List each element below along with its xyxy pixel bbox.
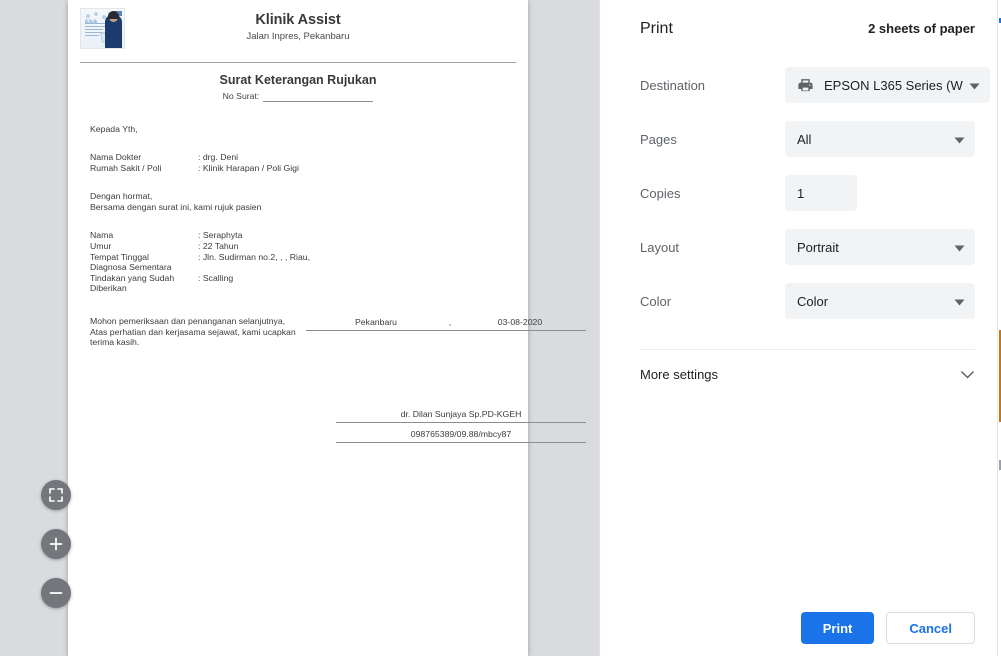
doctor-row-value: : drg. Deni [198, 152, 239, 162]
pages-label: Pages [640, 131, 677, 147]
pages-value: All [797, 131, 812, 147]
document-preview-area[interactable]: Klinik Klinik Assist Jalan Inpres, Pekan… [0, 0, 600, 656]
table-row: Nama : Seraphyta [90, 230, 310, 241]
print-preview-screen: Klinik Klinik Assist Jalan Inpres, Pekan… [0, 0, 1001, 656]
table-row: Rumah Sakit / Poli : Klinik Harapan / Po… [90, 163, 299, 174]
fit-to-page-button[interactable] [41, 480, 71, 510]
patient-row-key: Umur [90, 240, 112, 251]
salutation-block: Dengan hormat, Bersama dengan surat ini,… [90, 191, 516, 212]
chevron-down-icon [960, 367, 975, 382]
patient-row-value [198, 262, 310, 273]
color-label: Color [640, 293, 672, 309]
preview-zoom-controls [41, 480, 71, 627]
patient-row-value [198, 283, 310, 294]
no-surat-row: No Surat: [68, 91, 528, 102]
dialog-actions: Print Cancel [800, 612, 975, 644]
pages-select[interactable]: All [785, 121, 975, 157]
layout-select[interactable]: Portrait [785, 229, 975, 265]
destination-row: Destination EPSON L365 Series (W [640, 67, 990, 103]
destination-select[interactable]: EPSON L365 Series (W [785, 67, 990, 103]
salutation-line-1: Dengan hormat, [90, 191, 153, 202]
printer-icon [797, 77, 814, 94]
destination-value: EPSON L365 Series (W [824, 77, 963, 93]
color-row: Color Color [640, 283, 975, 319]
print-button[interactable]: Print [800, 612, 875, 644]
doctor-row-value: : Klinik Harapan / Poli Gigi [198, 162, 299, 173]
letterhead-divider [80, 62, 516, 63]
chevron-down-icon [954, 240, 965, 255]
clinic-name: Klinik Assist [255, 12, 341, 28]
date-value: 03-08-2020 [454, 317, 586, 331]
signer-name: dr. Dilan Sunjaya Sp.PD-KGEH [336, 409, 586, 423]
place-date-row: Pekanbaru , 03-08-2020 [306, 317, 586, 331]
table-row: Tempat Tinggal : Jln. Sudirman no.2, , ,… [90, 252, 310, 263]
patient-row-value: : Jln. Sudirman no.2, , , Riau, [198, 251, 311, 262]
patient-row-value: : Seraphyta [198, 230, 243, 241]
chevron-down-icon [954, 132, 965, 147]
background-page-sliver [997, 0, 1001, 656]
no-surat-label: No Surat: [222, 91, 260, 101]
fullscreen-icon [49, 488, 63, 502]
layout-label: Layout [640, 239, 680, 255]
chevron-down-icon [954, 294, 965, 309]
table-row: Diagnosa Sementara [90, 262, 310, 273]
patient-row-value: : 22 Tahun [198, 240, 239, 251]
more-settings-label: More settings [640, 366, 719, 382]
patient-row-key: Tindakan yang Sudah [90, 272, 175, 283]
no-surat-value [263, 92, 374, 102]
place-value: Pekanbaru [306, 317, 446, 331]
place-date-separator: , [446, 317, 454, 331]
kepada-line: Kepada Yth, [90, 124, 138, 134]
table-row: Tindakan yang Sudah : Scalling [90, 273, 310, 284]
plus-icon [49, 537, 63, 551]
clinic-logo-image: Klinik [80, 8, 125, 49]
patient-info-table: Nama : Seraphyta Umur : 22 Tahun Tempat … [90, 230, 310, 294]
signer-id: 098765389/09.88/mbcy87 [336, 429, 586, 443]
copies-value: 1 [797, 185, 805, 201]
zoom-in-button[interactable] [41, 529, 71, 559]
doctor-row-key: Rumah Sakit / Poli [90, 162, 162, 173]
patient-row-key: Nama [90, 230, 114, 241]
copies-row: Copies 1 [640, 175, 975, 211]
patient-row-value: : Scalling [198, 272, 234, 283]
copies-input[interactable]: 1 [785, 175, 857, 211]
signature-block: dr. Dilan Sunjaya Sp.PD-KGEH 098765389/0… [336, 409, 586, 443]
closing-line-3: terima kasih. [90, 337, 140, 348]
table-row: Diberikan [90, 283, 310, 294]
letterhead: Klinik Klinik Assist Jalan Inpres, Pekan… [80, 7, 516, 55]
table-row: Nama Dokter : drg. Deni [90, 152, 299, 163]
print-dialog: Print 2 sheets of paper Destination EPSO… [614, 0, 1001, 656]
copies-label: Copies [640, 185, 681, 201]
page-title: Print [640, 20, 673, 37]
print-dialog-header: Print 2 sheets of paper [640, 0, 975, 38]
preview-scrollbar[interactable] [599, 0, 600, 656]
salutation-line-2: Bersama dengan surat ini, kami rujuk pas… [90, 201, 262, 212]
sheets-summary: 2 sheets of paper [868, 21, 975, 36]
table-row: Umur : 22 Tahun [90, 241, 310, 252]
zoom-out-button[interactable] [41, 578, 71, 608]
document-page: Klinik Klinik Assist Jalan Inpres, Pekan… [68, 0, 586, 656]
patient-row-key: Tempat Tinggal [90, 251, 149, 262]
patient-row-key: Diberikan [90, 283, 127, 294]
doctor-row-key: Nama Dokter [90, 152, 142, 162]
cancel-button[interactable]: Cancel [886, 612, 975, 644]
pages-row: Pages All [640, 121, 975, 157]
more-settings-toggle[interactable]: More settings [640, 350, 975, 398]
clinic-address: Jalan Inpres, Pekanbaru [246, 31, 350, 42]
color-select[interactable]: Color [785, 283, 975, 319]
layout-value: Portrait [797, 239, 839, 255]
layout-row: Layout Portrait [640, 229, 975, 265]
minus-icon [49, 592, 63, 594]
color-value: Color [797, 293, 829, 309]
destination-label: Destination [640, 77, 706, 93]
document-body: Kepada Yth, Nama Dokter : drg. Deni Ruma… [90, 124, 516, 348]
doctor-info-table: Nama Dokter : drg. Deni Rumah Sakit / Po… [90, 152, 299, 173]
chevron-down-icon [969, 78, 980, 93]
patient-row-key: Diagnosa Sementara [90, 262, 172, 273]
document-title: Surat Keterangan Rujukan [219, 73, 377, 87]
